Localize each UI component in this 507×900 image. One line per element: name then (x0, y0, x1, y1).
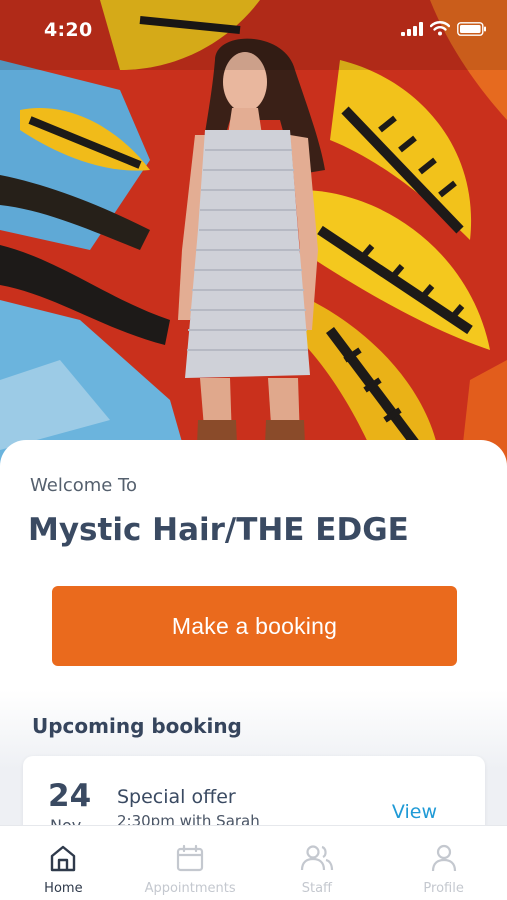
tab-label-profile: Profile (423, 881, 464, 896)
upcoming-booking-title: Upcoming booking (32, 714, 242, 738)
person-icon (429, 843, 459, 877)
view-booking-link[interactable]: View (392, 801, 437, 823)
tab-staff[interactable]: Staff (254, 826, 381, 900)
app-screen: 4:20 Welcome To Mystic Hair/THE EDGE Mak… (0, 0, 507, 900)
make-booking-button[interactable]: Make a booking (52, 586, 457, 666)
wifi-icon (429, 21, 451, 40)
business-name: Mystic Hair/THE EDGE (28, 512, 409, 548)
hero-image (0, 0, 507, 470)
booking-day: 24 (48, 778, 92, 814)
battery-icon (457, 21, 487, 40)
tab-home[interactable]: Home (0, 826, 127, 900)
tab-label-home: Home (44, 881, 83, 896)
status-time: 4:20 (44, 19, 93, 41)
tab-appointments[interactable]: Appointments (127, 826, 254, 900)
booking-title: Special offer (117, 786, 236, 808)
home-icon (48, 843, 78, 877)
calendar-icon (175, 843, 205, 877)
signal-icon (401, 21, 423, 40)
status-icons (401, 21, 487, 40)
welcome-text: Welcome To (30, 475, 138, 496)
users-icon (300, 843, 334, 877)
tab-label-appointments: Appointments (144, 881, 236, 896)
status-bar: 4:20 (0, 0, 507, 62)
tab-profile[interactable]: Profile (380, 826, 507, 900)
bottom-tab-bar: Home Appointments Staff Profile (0, 825, 507, 900)
tab-label-staff: Staff (301, 881, 333, 896)
